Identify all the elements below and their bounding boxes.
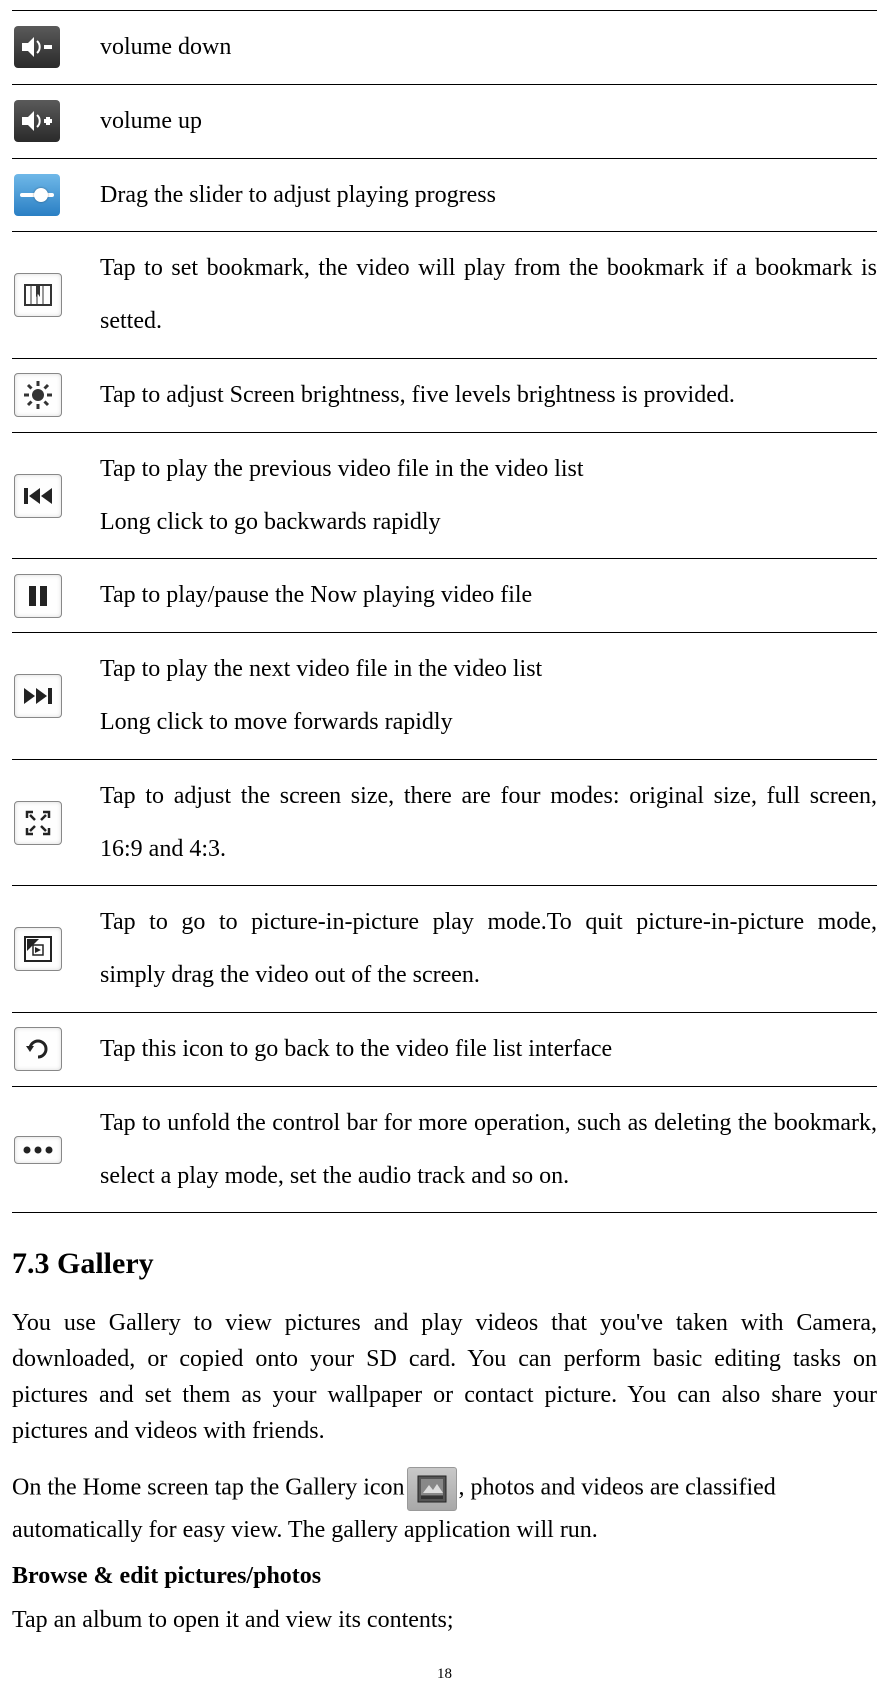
table-row: Drag the slider to adjust playing progre… (12, 158, 877, 232)
back-icon (12, 1012, 100, 1086)
table-row: Tap to play the next video file in the v… (12, 633, 877, 760)
icon-description: Tap to play the previous video file in t… (100, 432, 877, 559)
para2-pre-text: On the Home screen tap the Gallery icon (12, 1475, 405, 1501)
icon-description: volume down (100, 11, 877, 85)
previous-icon (12, 432, 100, 559)
table-row: Tap to adjust Screen brightness, five le… (12, 358, 877, 432)
volume-down-icon (12, 11, 100, 85)
icon-description: Tap to adjust the screen size, there are… (100, 759, 877, 886)
brightness-icon (12, 358, 100, 432)
table-row: volume up (12, 84, 877, 158)
icon-description: Tap this icon to go back to the video fi… (100, 1012, 877, 1086)
icon-description: Tap to adjust Screen brightness, five le… (100, 358, 877, 432)
page-number: 18 (12, 1666, 877, 1683)
table-row: Tap to set bookmark, the video will play… (12, 232, 877, 359)
gallery-app-icon (407, 1467, 457, 1511)
table-row: Tap to go to picture-in-picture play mod… (12, 886, 877, 1013)
table-row: Tap this icon to go back to the video fi… (12, 1012, 877, 1086)
table-row: Tap to unfold the control bar for more o… (12, 1086, 877, 1213)
icon-description: Tap to go to picture-in-picture play mod… (100, 886, 877, 1013)
gallery-homescreen-paragraph: On the Home screen tap the Gallery icon … (12, 1467, 877, 1549)
icon-description: Tap to set bookmark, the video will play… (100, 232, 877, 359)
table-row: Tap to play the previous video file in t… (12, 432, 877, 559)
table-row: Tap to play/pause the Now playing video … (12, 559, 877, 633)
screen-size-icon (12, 759, 100, 886)
tap-album-text: Tap an album to open it and view its con… (12, 1602, 877, 1638)
bookmark-icon (12, 232, 100, 359)
icon-description: Drag the slider to adjust playing progre… (100, 158, 877, 232)
play-pause-icon (12, 559, 100, 633)
more-icon (12, 1086, 100, 1213)
video-controls-table: volume downvolume upDrag the slider to a… (12, 10, 877, 1213)
next-icon (12, 633, 100, 760)
icon-description: volume up (100, 84, 877, 158)
gallery-intro-paragraph: You use Gallery to view pictures and pla… (12, 1305, 877, 1449)
progress-slider-icon (12, 158, 100, 232)
icon-description: Tap to play the next video file in the v… (100, 633, 877, 760)
icon-description: Tap to play/pause the Now playing video … (100, 559, 877, 633)
icon-description: Tap to unfold the control bar for more o… (100, 1086, 877, 1213)
volume-up-icon (12, 84, 100, 158)
section-heading: 7.3 Gallery (12, 1247, 877, 1281)
browse-edit-heading: Browse & edit pictures/photos (12, 1558, 877, 1594)
table-row: Tap to adjust the screen size, there are… (12, 759, 877, 886)
table-row: volume down (12, 11, 877, 85)
pip-icon (12, 886, 100, 1013)
